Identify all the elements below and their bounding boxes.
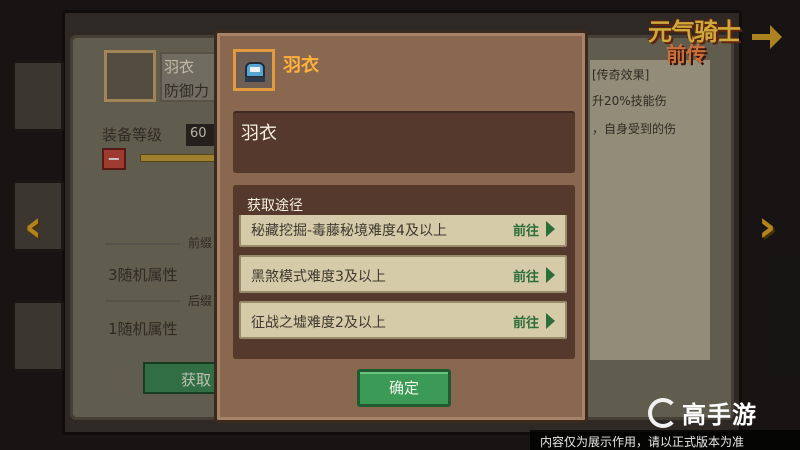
source-row[interactable]: 黑煞模式难度3及以上 前往 xyxy=(239,255,567,293)
sources-panel: 获取途径 秘藏挖掘-毒藤秘境难度4及以上 前往 黑煞模式难度3及以上 前往 征战… xyxy=(233,185,575,359)
watermark-notice: 内容仅为展示作用，请以正式版本为准 xyxy=(530,430,800,450)
item-icon xyxy=(233,49,275,91)
go-button[interactable]: 前往 xyxy=(513,266,539,285)
sources-list[interactable]: 秘藏挖掘-毒藤秘境难度4及以上 前往 黑煞模式难度3及以上 前往 征战之墟难度2… xyxy=(239,215,567,351)
go-button[interactable]: 前往 xyxy=(513,220,539,239)
item-source-dialog: 羽衣 羽衣 获取途径 秘藏挖掘-毒藤秘境难度4及以上 前往 黑煞模式难度3及以上… xyxy=(214,30,588,423)
play-arrow-icon xyxy=(546,313,555,329)
sources-title: 获取途径 xyxy=(247,198,303,214)
helmet-icon xyxy=(242,58,268,84)
g-logo-icon xyxy=(648,397,678,428)
source-row[interactable]: 秘藏挖掘-毒藤秘境难度4及以上 前往 xyxy=(239,215,567,247)
play-arrow-icon xyxy=(546,221,555,237)
source-row[interactable]: 征战之墟难度2及以上 前往 xyxy=(239,301,567,339)
watermark-brand: 高手游 xyxy=(682,401,757,429)
watermark-logo: 高手游 xyxy=(648,395,757,430)
go-button[interactable]: 前往 xyxy=(513,312,539,331)
confirm-button[interactable]: 确定 xyxy=(357,369,451,407)
play-arrow-icon xyxy=(546,267,555,283)
source-text: 黑煞模式难度3及以上 xyxy=(251,269,386,285)
source-text: 征战之墟难度2及以上 xyxy=(251,315,386,331)
description-text: 羽衣 xyxy=(241,123,277,144)
dialog-title: 羽衣 xyxy=(283,55,319,76)
description-box: 羽衣 xyxy=(233,111,575,173)
source-text: 秘藏挖掘-毒藤秘境难度4及以上 xyxy=(251,223,447,239)
